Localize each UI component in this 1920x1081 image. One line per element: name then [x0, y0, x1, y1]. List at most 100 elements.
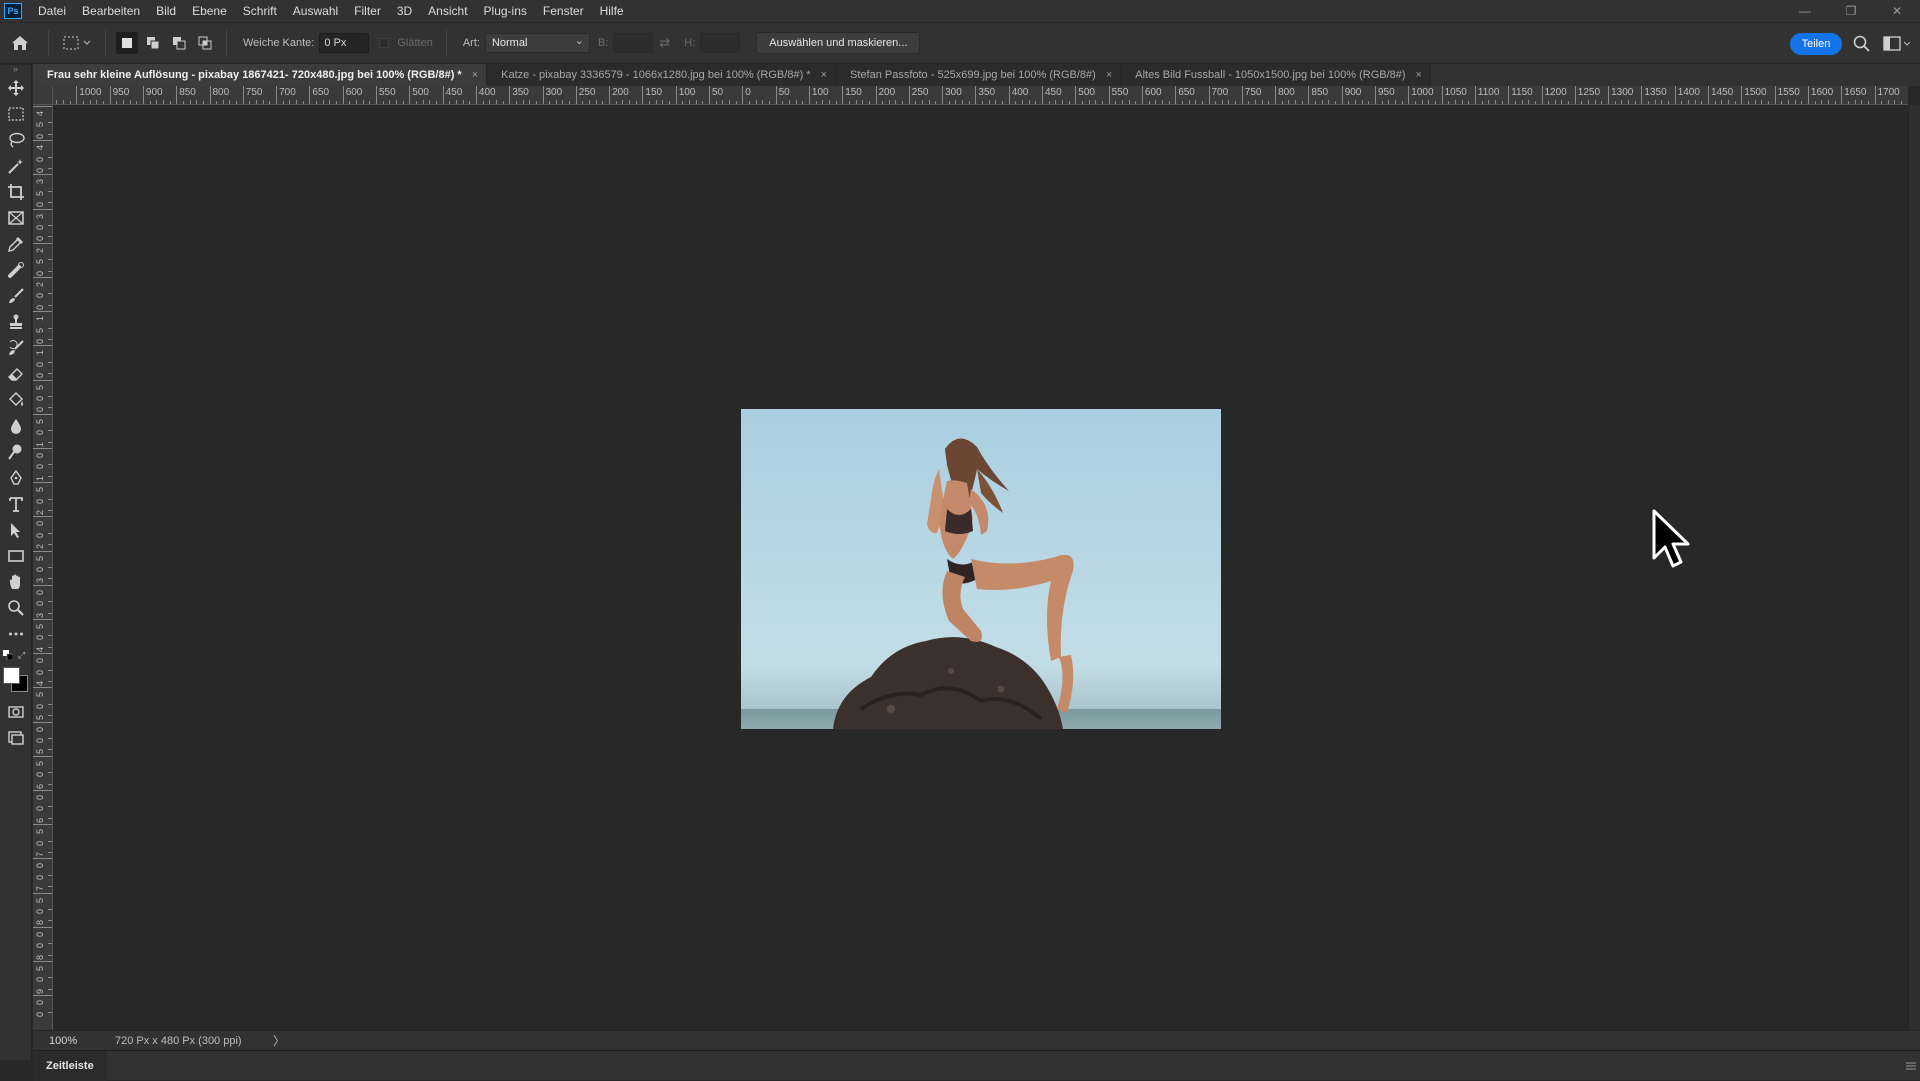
menu-datei[interactable]: Datei — [30, 0, 74, 22]
eyedropper-tool[interactable] — [0, 231, 32, 257]
crop-tool[interactable] — [0, 179, 32, 205]
add-selection-button[interactable] — [142, 32, 164, 54]
workspace-switcher-icon[interactable] — [1882, 34, 1912, 54]
antialias-checkbox[interactable] — [379, 38, 390, 48]
close-icon[interactable]: × — [472, 69, 478, 81]
rectangular-marquee-tool[interactable] — [0, 101, 32, 127]
menu-ebene[interactable]: Ebene — [184, 0, 235, 22]
clone-stamp-tool[interactable] — [0, 309, 32, 335]
zoom-tool[interactable] — [0, 595, 32, 621]
menu-3d[interactable]: 3D — [389, 0, 420, 22]
vertical-scrollbar[interactable] — [1908, 105, 1920, 1030]
spot-healing-brush-tool[interactable] — [0, 257, 32, 283]
ruler-minor-tick — [48, 396, 52, 397]
panel-menu-icon[interactable] — [1906, 1062, 1916, 1070]
zoom-level-field[interactable]: 100% — [33, 1035, 93, 1047]
home-button[interactable] — [0, 22, 40, 64]
ruler-label: 0 — [35, 806, 45, 812]
document-tab-katze[interactable]: Katze - pixabay 3336579 - 1066x1280.jpg … — [487, 64, 837, 86]
new-selection-button[interactable] — [116, 32, 138, 54]
menu-fenster[interactable]: Fenster — [535, 0, 592, 22]
horizontal-ruler[interactable]: 0 1000 950 900 850 800 750 700 650 600 550 500 450 40… — [53, 86, 1908, 105]
menu-hilfe[interactable]: Hilfe — [592, 0, 632, 22]
search-icon[interactable] — [1852, 34, 1872, 54]
feather-input[interactable]: 0 Px — [319, 33, 370, 53]
frame-tool[interactable] — [0, 205, 32, 231]
document-tab-frau[interactable]: Frau sehr kleine Auflösung - pixabay 186… — [33, 64, 488, 86]
menu-bearbeiten[interactable]: Bearbeiten — [74, 0, 148, 22]
ruler-minor-tick — [48, 270, 52, 272]
menu-ansicht[interactable]: Ansicht — [420, 0, 475, 22]
ruler-minor-tick — [48, 339, 52, 340]
timeline-tab[interactable]: Zeitleiste — [33, 1050, 107, 1081]
vertical-ruler[interactable]: 4 5 0 4 0 0 3 5 0 3 0 0 2 5 0 2 0 0 1 5 0 1 0 0 5 0 0 5 0 1 0 0 1 5 0 2 0 0 2 5… — [33, 105, 53, 1030]
eraser-tool[interactable] — [0, 361, 32, 387]
ruler-label: 150 — [645, 87, 663, 98]
screen-mode-button[interactable] — [0, 725, 32, 751]
menu-plugins[interactable]: Plug-ins — [476, 0, 535, 22]
ruler-minor-tick — [1688, 100, 1690, 104]
blur-tool[interactable] — [0, 413, 32, 439]
close-icon[interactable]: × — [1416, 69, 1422, 81]
style-label: Art: — [462, 37, 480, 49]
document-tab-fussball[interactable]: Altes Bild Fussball - 1050x1500.jpg bei … — [1121, 64, 1431, 86]
screen-mode-icon — [8, 731, 24, 745]
antialias-label: Glätten — [397, 37, 433, 49]
ruler-label: 3 — [35, 578, 45, 584]
brush-tool[interactable] — [0, 283, 32, 309]
paint-bucket-tool[interactable] — [0, 387, 32, 413]
ruler-label: 0 — [35, 521, 45, 527]
magic-wand-tool[interactable] — [0, 153, 32, 179]
restore-button[interactable]: ❐ — [1828, 0, 1874, 22]
swap-dimensions-icon[interactable]: ⇄ — [659, 35, 670, 51]
ruler-minor-tick — [1801, 101, 1803, 104]
status-menu-arrow-icon[interactable]: 〉 — [273, 1032, 285, 1049]
ruler-minor-tick — [1088, 100, 1090, 104]
stamp-icon — [10, 314, 22, 329]
panel-grip-icon[interactable]: » — [0, 65, 31, 75]
rectangle-tool[interactable] — [0, 543, 32, 569]
close-icon[interactable]: × — [1106, 69, 1112, 81]
menu-schrift[interactable]: Schrift — [235, 0, 285, 22]
subtract-selection-button[interactable] — [168, 32, 190, 54]
tool-preset-picker[interactable] — [57, 36, 97, 50]
ruler-tick — [33, 858, 52, 860]
canvas-area[interactable] — [54, 106, 1908, 1030]
close-icon[interactable]: × — [821, 69, 827, 81]
style-select[interactable]: Normal — [484, 32, 590, 53]
minimize-button[interactable]: — — [1782, 0, 1828, 22]
move-tool[interactable] — [0, 75, 32, 101]
tab-label: Frau sehr kleine Auflösung - pixabay 186… — [47, 69, 462, 81]
height-input[interactable] — [700, 33, 741, 53]
share-button[interactable]: Teilen — [1790, 33, 1842, 55]
quick-mask-button[interactable] — [0, 699, 32, 725]
ruler-minor-tick — [1787, 100, 1789, 104]
ruler-minor-tick — [1548, 101, 1550, 104]
menu-auswahl[interactable]: Auswahl — [285, 0, 346, 22]
document-tab-stefan[interactable]: Stefan Passfoto - 525x699.jpg bei 100% (… — [836, 64, 1122, 86]
default-colors-icon[interactable] — [3, 650, 13, 660]
close-window-button[interactable]: ✕ — [1874, 0, 1920, 22]
pen-tool[interactable] — [0, 465, 32, 491]
ruler-tick — [33, 345, 52, 347]
dodge-tool[interactable] — [0, 439, 32, 465]
type-tool[interactable] — [0, 491, 32, 517]
more-tools-button[interactable] — [0, 621, 32, 647]
foreground-color[interactable] — [3, 667, 20, 684]
ruler-minor-tick — [995, 100, 997, 104]
menu-bild[interactable]: Bild — [148, 0, 184, 22]
width-input[interactable] — [613, 33, 654, 53]
menu-filter[interactable]: Filter — [346, 0, 389, 22]
path-selection-tool[interactable] — [0, 517, 32, 543]
swap-colors-icon[interactable]: ⤢ — [18, 650, 25, 661]
ruler-label: 1400 — [1677, 87, 1700, 98]
intersect-selection-button[interactable] — [194, 32, 216, 54]
history-brush-tool[interactable] — [0, 335, 32, 361]
ruler-label: 0 — [35, 224, 45, 230]
ruler-corner[interactable] — [33, 86, 53, 105]
select-and-mask-button[interactable]: Auswählen und maskieren... — [756, 32, 921, 54]
ruler-label: 5 — [35, 555, 45, 561]
ruler-label: 750 — [245, 87, 263, 98]
hand-tool[interactable] — [0, 569, 32, 595]
lasso-tool[interactable] — [0, 127, 32, 153]
